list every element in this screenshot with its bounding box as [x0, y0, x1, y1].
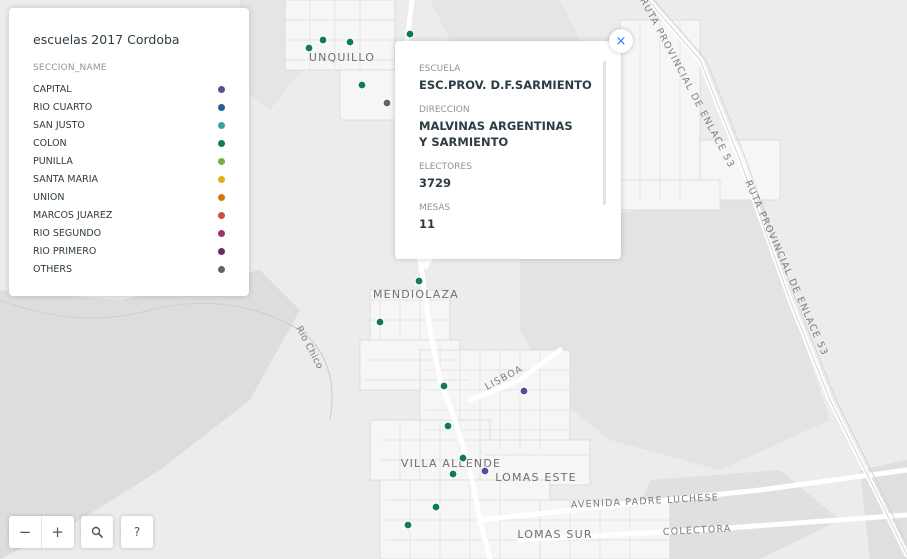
school-point[interactable] — [405, 29, 415, 39]
popup-field-key: ESCUELA — [419, 64, 461, 74]
school-point[interactable] — [439, 381, 449, 391]
place-label-lomas-sur: LOMAS SUR — [517, 528, 592, 541]
legend-color-swatch — [218, 211, 225, 219]
close-icon: × — [615, 33, 627, 49]
school-point[interactable] — [375, 317, 385, 327]
school-point[interactable] — [458, 453, 468, 463]
legend-item: RIO SEGUNDO — [33, 224, 225, 242]
legend-item-label: COLON — [33, 137, 67, 149]
school-point[interactable] — [382, 98, 392, 108]
popup-field-key: DIRECCION — [419, 105, 470, 115]
legend-color-swatch — [218, 247, 225, 255]
popup-field: ELECTORES 3729 — [419, 162, 597, 191]
search-button[interactable] — [81, 516, 113, 548]
school-point[interactable] — [443, 421, 453, 431]
legend-color-swatch — [218, 85, 225, 93]
legend-item: SANTA MARIA — [33, 170, 225, 188]
school-point[interactable] — [345, 37, 355, 47]
popup-field: DIRECCION MALVINAS ARGENTINAS Y SARMIENT… — [419, 105, 597, 150]
popup-field-value: 3729 — [419, 176, 452, 190]
popup-field-key: ELECTORES — [419, 162, 472, 172]
legend-item-label: RIO SEGUNDO — [33, 227, 102, 239]
place-label-unquillo: UNQUILLO — [309, 51, 375, 64]
popup-scrollbar[interactable] — [603, 61, 606, 205]
legend-item: PUNILLA — [33, 152, 225, 170]
legend-title: escuelas 2017 Cordoba — [33, 32, 180, 47]
legend-item-label: UNION — [33, 191, 65, 203]
school-point[interactable] — [304, 43, 314, 53]
school-point[interactable] — [480, 466, 490, 476]
legend-item: UNION — [33, 188, 225, 206]
popup-field-key: MESAS — [419, 203, 451, 213]
legend-color-swatch — [218, 193, 225, 201]
legend-item-label: CAPITAL — [33, 83, 72, 95]
legend-item-label: RIO CUARTO — [33, 101, 93, 113]
legend-item: CAPITAL — [33, 80, 225, 98]
school-point[interactable] — [431, 502, 441, 512]
school-point[interactable] — [357, 80, 367, 90]
popup-field-value: MALVINAS ARGENTINAS Y SARMIENTO — [419, 119, 573, 149]
school-point[interactable] — [403, 520, 413, 530]
feature-popup: ESCUELA ESC.PROV. D.F.SARMIENTO DIRECCIO… — [395, 41, 621, 259]
zoom-in-button[interactable]: + — [41, 516, 73, 548]
legend-item: RIO PRIMERO — [33, 242, 225, 260]
legend-item: SAN JUSTO — [33, 116, 225, 134]
zoom-out-button[interactable]: − — [9, 516, 41, 548]
magnifier-icon — [91, 526, 103, 538]
legend-color-swatch — [218, 229, 225, 237]
popup-field-value: ESC.PROV. D.F.SARMIENTO — [419, 78, 592, 92]
legend-field-name: SECCION_NAME — [33, 63, 107, 73]
legend-item-label: SANTA MARIA — [33, 173, 98, 185]
legend-panel: escuelas 2017 Cordoba SECCION_NAME CAPIT… — [9, 8, 249, 296]
legend-color-swatch — [218, 157, 225, 165]
legend-item: COLON — [33, 134, 225, 152]
legend-color-swatch — [218, 121, 225, 129]
popup-close-button[interactable]: × — [609, 29, 633, 53]
popup-field: ESCUELA ESC.PROV. D.F.SARMIENTO — [419, 64, 597, 93]
zoom-controls: − + — [9, 516, 74, 548]
school-point[interactable] — [318, 35, 328, 45]
legend-color-swatch — [218, 103, 225, 111]
legend-color-swatch — [218, 265, 225, 273]
legend-item: MARCOS JUAREZ — [33, 206, 225, 224]
help-button[interactable]: ? — [121, 516, 153, 548]
place-label-lomas-este: LOMAS ESTE — [495, 471, 577, 484]
legend-item-label: OTHERS — [33, 263, 73, 275]
legend-item-label: RIO PRIMERO — [33, 245, 97, 257]
legend-item: OTHERS — [33, 260, 225, 278]
legend-color-swatch — [218, 139, 225, 147]
school-point[interactable] — [448, 469, 458, 479]
legend-item-label: MARCOS JUAREZ — [33, 209, 113, 221]
search-control — [81, 516, 113, 548]
help-control: ? — [121, 516, 153, 548]
school-point[interactable] — [414, 276, 424, 286]
place-label-mendiolaza: MENDIOLAZA — [373, 288, 459, 301]
popup-field-value: 11 — [419, 217, 436, 231]
legend-list: CAPITAL RIO CUARTO SAN JUSTO COLON PUNILLA SA… — [33, 80, 225, 278]
legend-color-swatch — [218, 175, 225, 183]
legend-item-label: SAN JUSTO — [33, 119, 85, 131]
legend-item: RIO CUARTO — [33, 98, 225, 116]
school-point[interactable] — [519, 386, 529, 396]
legend-item-label: PUNILLA — [33, 155, 73, 167]
popup-field: MESAS 11 — [419, 203, 597, 232]
popup-pointer — [418, 258, 434, 270]
